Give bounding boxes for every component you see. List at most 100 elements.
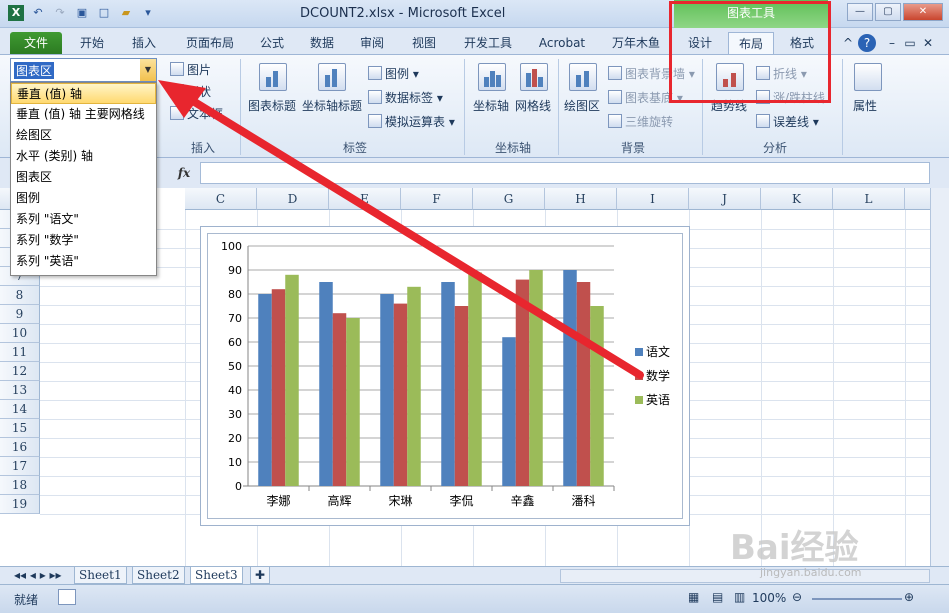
insert-function-icon[interactable]: fx — [170, 163, 198, 183]
dropdown-item[interactable]: 系列 "数学" — [11, 230, 156, 251]
workbook-restore-icon[interactable]: ▭ — [902, 32, 918, 54]
dropdown-item[interactable]: 图表区 — [11, 167, 156, 188]
tab-formulas[interactable]: 公式 — [252, 32, 292, 54]
dropdown-item[interactable]: 图例 — [11, 188, 156, 209]
ribbon-minimize-icon[interactable]: ^ — [840, 32, 856, 54]
tab-acrobat[interactable]: Acrobat — [532, 32, 592, 54]
tab-insert[interactable]: 插入 — [124, 32, 164, 54]
bar-英语[interactable] — [346, 318, 360, 486]
column-header-partial[interactable] — [905, 188, 930, 210]
axes-button[interactable]: 坐标轴 — [473, 97, 509, 114]
workbook-close-icon[interactable]: ✕ — [920, 32, 936, 54]
error-bars-button[interactable]: 误差线 ▾ — [756, 113, 819, 130]
row-header[interactable]: 13 — [0, 381, 40, 400]
legend-label-英语[interactable]: 英语 — [646, 393, 670, 407]
zoom-slider[interactable] — [812, 598, 902, 600]
row-header[interactable]: 8 — [0, 286, 40, 305]
bar-数学[interactable] — [393, 303, 408, 486]
redo-icon[interactable]: ↷ — [52, 5, 68, 21]
bar-数学[interactable] — [515, 279, 530, 486]
column-header[interactable]: K — [761, 188, 833, 210]
legend-swatch-英语[interactable] — [635, 396, 643, 404]
close-button[interactable]: ✕ — [903, 3, 943, 21]
customize-qat-icon[interactable]: ▾ — [140, 5, 156, 21]
tab-developer[interactable]: 开发工具 — [456, 32, 520, 54]
row-header[interactable]: 15 — [0, 419, 40, 438]
zoom-in-icon[interactable]: ⊕ — [904, 590, 914, 604]
chevron-down-icon[interactable]: ▼ — [140, 59, 156, 81]
column-header[interactable]: F — [401, 188, 473, 210]
column-header[interactable]: H — [545, 188, 617, 210]
row-header[interactable]: 18 — [0, 476, 40, 495]
dropdown-item[interactable]: 系列 "英语" — [11, 251, 156, 272]
bar-语文[interactable] — [258, 294, 272, 486]
bar-英语[interactable] — [529, 270, 543, 486]
tab-home[interactable]: 开始 — [72, 32, 112, 54]
row-header[interactable]: 14 — [0, 400, 40, 419]
save-icon[interactable]: ▣ — [74, 5, 90, 21]
bar-英语[interactable] — [590, 306, 604, 486]
chart-elements-combobox[interactable]: 图表区 ▼ — [10, 58, 157, 82]
insert-sheet-icon[interactable]: ✚ — [250, 567, 271, 584]
workbook-minimize-icon[interactable]: – — [884, 32, 900, 54]
bar-语文[interactable] — [563, 270, 577, 486]
dropdown-item[interactable]: 系列 "语文" — [11, 209, 156, 230]
new-file-icon[interactable]: □ — [96, 5, 112, 21]
legend-swatch-语文[interactable] — [635, 348, 643, 356]
column-header[interactable]: I — [617, 188, 689, 210]
column-header[interactable]: C — [185, 188, 257, 210]
chart-title-button[interactable]: 图表标题 — [248, 97, 296, 114]
tab-file[interactable]: 文件 — [10, 32, 62, 54]
undo-icon[interactable]: ↶ — [30, 5, 46, 21]
sheet-tab[interactable]: Sheet2 — [132, 567, 185, 584]
normal-view-icon[interactable]: ▦ — [688, 590, 699, 604]
column-header[interactable]: L — [833, 188, 905, 210]
data-table-button[interactable]: 模拟运算表 ▾ — [368, 113, 455, 130]
zoom-out-icon[interactable]: ⊖ — [792, 590, 802, 604]
vertical-scrollbar[interactable] — [930, 188, 949, 566]
bar-英语[interactable] — [285, 274, 299, 486]
row-header[interactable]: 16 — [0, 438, 40, 457]
properties-button[interactable]: 属性 — [853, 97, 877, 114]
legend-label-语文[interactable]: 语文 — [646, 344, 670, 359]
bar-英语[interactable] — [468, 272, 482, 486]
column-header[interactable]: G — [473, 188, 545, 210]
open-folder-icon[interactable]: ▰ — [118, 5, 134, 21]
row-header[interactable]: 12 — [0, 362, 40, 381]
textbox-button[interactable]: 文本框 — [170, 105, 223, 122]
bar-语文[interactable] — [319, 282, 333, 486]
legend-button[interactable]: 图例 ▾ — [368, 65, 419, 82]
plot-area-button[interactable]: 绘图区 — [564, 97, 600, 114]
tab-data[interactable]: 数据 — [302, 32, 342, 54]
row-header[interactable]: 17 — [0, 457, 40, 476]
sheet-tab-active[interactable]: Sheet3 — [190, 567, 243, 584]
column-header[interactable]: D — [257, 188, 329, 210]
macro-record-icon[interactable] — [58, 589, 76, 605]
dropdown-item[interactable]: 垂直 (值) 轴 主要网格线 — [11, 104, 156, 125]
help-icon[interactable]: ? — [858, 34, 876, 52]
tab-wannianmuyu[interactable]: 万年木鱼 — [604, 32, 668, 54]
chart-svg[interactable]: 0 10 20 30 40 50 60 70 80 90 100 李娜 高辉 宋琳 李侃 辛鑫 潘科 语文数学英语 — [208, 234, 684, 520]
bar-语文[interactable] — [441, 282, 455, 486]
bar-英语[interactable] — [407, 286, 421, 486]
bar-数学[interactable] — [332, 313, 347, 486]
chart-area[interactable]: 0 10 20 30 40 50 60 70 80 90 100 李娜 高辉 宋琳 李侃 辛鑫 潘科 语文 数学 英语 — [200, 226, 690, 526]
legend-swatch-数学[interactable] — [635, 372, 643, 380]
row-header[interactable]: 10 — [0, 324, 40, 343]
tab-review[interactable]: 审阅 — [352, 32, 392, 54]
maximize-button[interactable]: ▢ — [875, 3, 901, 21]
gridlines-button[interactable]: 网格线 — [515, 97, 551, 114]
bar-数学[interactable] — [576, 282, 591, 486]
bar-语文[interactable] — [502, 337, 516, 486]
picture-button[interactable]: 图片 — [170, 61, 211, 78]
bar-数学[interactable] — [271, 289, 286, 486]
minimize-button[interactable]: — — [847, 3, 873, 21]
column-header[interactable]: E — [329, 188, 401, 210]
sheet-tab[interactable]: Sheet1 — [74, 567, 127, 584]
zoom-level[interactable]: 100% — [752, 591, 786, 605]
chart-inner[interactable]: 0 10 20 30 40 50 60 70 80 90 100 李娜 高辉 宋琳 李侃 辛鑫 潘科 语文 数学 英语 — [207, 233, 683, 519]
data-labels-button[interactable]: 数据标签 ▾ — [368, 89, 443, 106]
horizontal-scrollbar[interactable] — [560, 569, 930, 583]
bar-数学[interactable] — [454, 306, 469, 486]
page-break-view-icon[interactable]: ▥ — [734, 590, 745, 604]
